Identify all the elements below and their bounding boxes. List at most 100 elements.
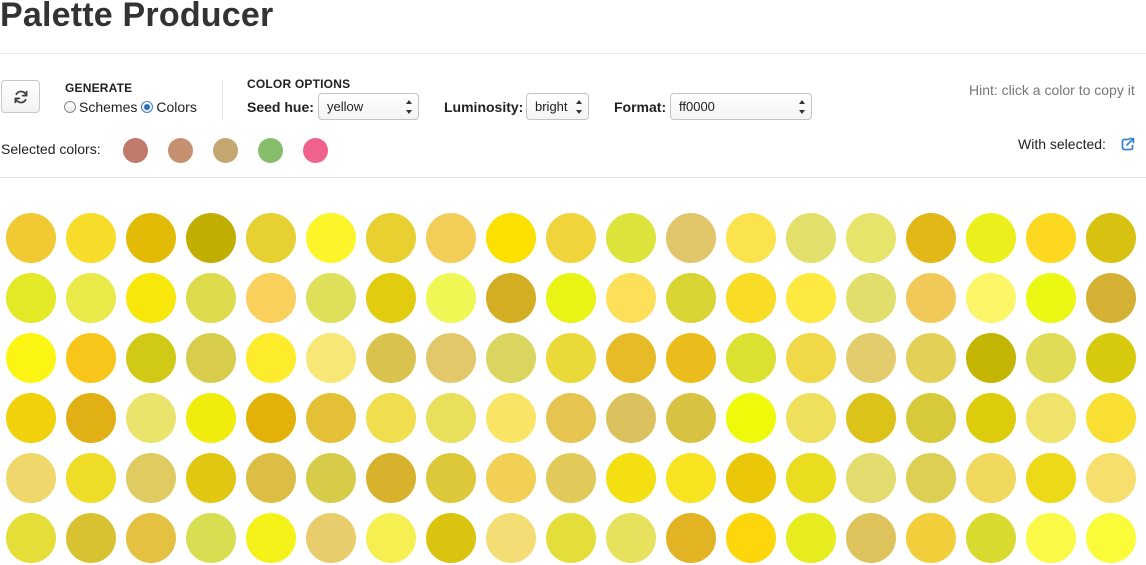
color-swatch[interactable] — [186, 513, 236, 563]
color-swatch[interactable] — [726, 273, 776, 323]
color-swatch[interactable] — [66, 213, 116, 263]
color-swatch[interactable] — [906, 213, 956, 263]
color-swatch[interactable] — [906, 393, 956, 443]
color-swatch[interactable] — [846, 333, 896, 383]
color-swatch[interactable] — [306, 453, 356, 503]
color-swatch[interactable] — [846, 393, 896, 443]
color-swatch[interactable] — [786, 393, 836, 443]
color-swatch[interactable] — [666, 393, 716, 443]
color-swatch[interactable] — [846, 273, 896, 323]
selected-color-swatch[interactable] — [303, 138, 328, 163]
export-icon[interactable] — [1120, 136, 1136, 152]
color-swatch[interactable] — [366, 453, 416, 503]
color-swatch[interactable] — [606, 213, 656, 263]
color-swatch[interactable] — [426, 273, 476, 323]
color-swatch[interactable] — [606, 453, 656, 503]
color-swatch[interactable] — [966, 513, 1016, 563]
color-swatch[interactable] — [6, 273, 56, 323]
color-swatch[interactable] — [306, 393, 356, 443]
color-swatch[interactable] — [6, 453, 56, 503]
color-swatch[interactable] — [786, 453, 836, 503]
color-swatch[interactable] — [666, 333, 716, 383]
radio-schemes[interactable]: Schemes — [64, 99, 137, 115]
color-swatch[interactable] — [726, 333, 776, 383]
color-swatch[interactable] — [6, 513, 56, 563]
color-swatch[interactable] — [1086, 273, 1136, 323]
color-swatch[interactable] — [366, 393, 416, 443]
color-swatch[interactable] — [906, 273, 956, 323]
color-swatch[interactable] — [546, 513, 596, 563]
color-swatch[interactable] — [126, 333, 176, 383]
color-swatch[interactable] — [126, 393, 176, 443]
color-swatch[interactable] — [1026, 213, 1076, 263]
color-swatch[interactable] — [486, 513, 536, 563]
radio-colors[interactable]: Colors — [141, 99, 197, 115]
color-swatch[interactable] — [6, 213, 56, 263]
color-swatch[interactable] — [786, 333, 836, 383]
color-swatch[interactable] — [786, 213, 836, 263]
color-swatch[interactable] — [486, 333, 536, 383]
color-swatch[interactable] — [426, 333, 476, 383]
color-swatch[interactable] — [966, 333, 1016, 383]
color-swatch[interactable] — [366, 333, 416, 383]
color-swatch[interactable] — [1026, 273, 1076, 323]
color-swatch[interactable] — [126, 273, 176, 323]
color-swatch[interactable] — [726, 513, 776, 563]
selected-color-swatch[interactable] — [168, 138, 193, 163]
color-swatch[interactable] — [186, 213, 236, 263]
color-swatch[interactable] — [486, 393, 536, 443]
color-swatch[interactable] — [66, 453, 116, 503]
color-swatch[interactable] — [546, 273, 596, 323]
color-swatch[interactable] — [66, 333, 116, 383]
color-swatch[interactable] — [6, 393, 56, 443]
color-swatch[interactable] — [666, 513, 716, 563]
luminosity-select[interactable]: bright — [526, 93, 589, 120]
selected-color-swatch[interactable] — [123, 138, 148, 163]
selected-color-swatch[interactable] — [258, 138, 283, 163]
color-swatch[interactable] — [66, 273, 116, 323]
color-swatch[interactable] — [606, 513, 656, 563]
radio-button-schemes[interactable] — [64, 101, 76, 113]
seed-hue-select[interactable]: yellow — [318, 93, 419, 120]
color-swatch[interactable] — [126, 513, 176, 563]
color-swatch[interactable] — [486, 213, 536, 263]
color-swatch[interactable] — [786, 513, 836, 563]
color-swatch[interactable] — [186, 273, 236, 323]
color-swatch[interactable] — [246, 513, 296, 563]
color-swatch[interactable] — [1086, 393, 1136, 443]
color-swatch[interactable] — [366, 273, 416, 323]
color-swatch[interactable] — [846, 453, 896, 503]
color-swatch[interactable] — [426, 513, 476, 563]
color-swatch[interactable] — [966, 453, 1016, 503]
color-swatch[interactable] — [306, 213, 356, 263]
format-select[interactable]: ff0000 — [670, 93, 812, 120]
color-swatch[interactable] — [846, 213, 896, 263]
color-swatch[interactable] — [366, 513, 416, 563]
color-swatch[interactable] — [1086, 213, 1136, 263]
color-swatch[interactable] — [246, 213, 296, 263]
color-swatch[interactable] — [426, 393, 476, 443]
color-swatch[interactable] — [246, 453, 296, 503]
color-swatch[interactable] — [486, 273, 536, 323]
color-swatch[interactable] — [1026, 453, 1076, 503]
color-swatch[interactable] — [1026, 333, 1076, 383]
color-swatch[interactable] — [486, 453, 536, 503]
color-swatch[interactable] — [1086, 453, 1136, 503]
color-swatch[interactable] — [186, 333, 236, 383]
color-swatch[interactable] — [126, 213, 176, 263]
color-swatch[interactable] — [126, 453, 176, 503]
refresh-button[interactable] — [1, 80, 40, 113]
color-swatch[interactable] — [966, 393, 1016, 443]
color-swatch[interactable] — [306, 333, 356, 383]
color-swatch[interactable] — [666, 273, 716, 323]
color-swatch[interactable] — [666, 213, 716, 263]
color-swatch[interactable] — [366, 213, 416, 263]
selected-color-swatch[interactable] — [213, 138, 238, 163]
color-swatch[interactable] — [726, 453, 776, 503]
color-swatch[interactable] — [1086, 513, 1136, 563]
color-swatch[interactable] — [606, 273, 656, 323]
color-swatch[interactable] — [426, 213, 476, 263]
color-swatch[interactable] — [1026, 513, 1076, 563]
color-swatch[interactable] — [606, 393, 656, 443]
color-swatch[interactable] — [726, 393, 776, 443]
